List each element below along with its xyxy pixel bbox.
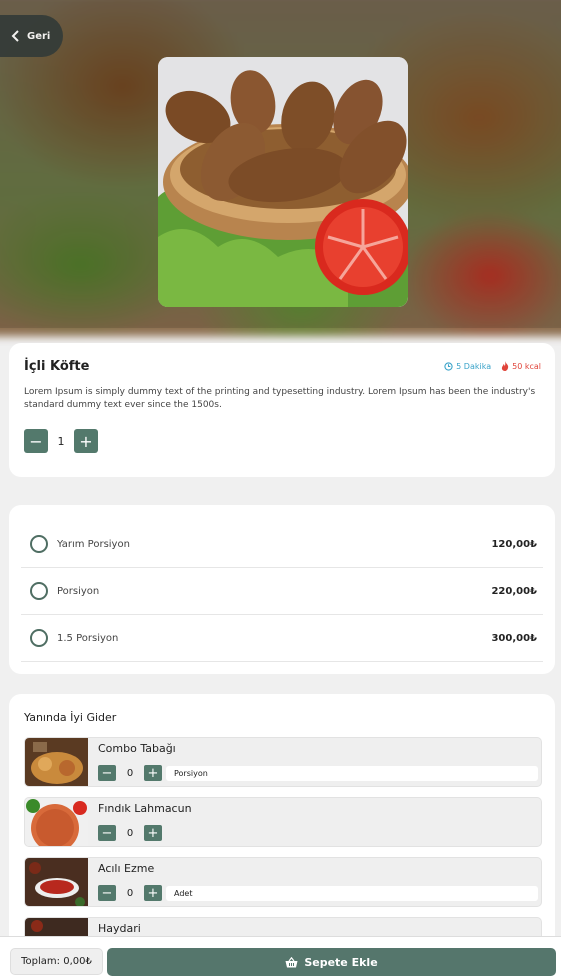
portion-option[interactable]: Yarım Porsiyon 120,00₺ <box>21 521 543 568</box>
product-image <box>158 57 408 307</box>
portion-price: 220,00₺ <box>491 585 537 597</box>
back-label: Geri <box>27 30 51 42</box>
increase-button[interactable]: + <box>144 885 162 901</box>
prep-time-label: 5 Dakika <box>456 361 492 371</box>
increase-button[interactable]: + <box>74 429 98 453</box>
portion-price: 300,00₺ <box>491 632 537 644</box>
product-meta: 5 Dakika 50 kcal <box>444 361 541 371</box>
add-to-cart-label: Sepete Ekle <box>304 955 378 969</box>
decrease-button[interactable]: − <box>24 429 48 453</box>
increase-button[interactable]: + <box>144 825 162 841</box>
portion-price: 120,00₺ <box>491 538 537 550</box>
decrease-button[interactable]: − <box>98 825 116 841</box>
side-item-image <box>25 738 88 786</box>
side-quantity-value: 0 <box>126 767 134 779</box>
quantity-stepper: − 1 + <box>24 429 98 453</box>
side-quantity-stepper: − 0 + <box>98 765 162 781</box>
side-item-name: Haydari <box>98 922 141 935</box>
side-quantity-stepper: − 0 + <box>98 825 162 841</box>
portion-card: Yarım Porsiyon 120,00₺ Porsiyon 220,00₺ … <box>9 505 555 674</box>
product-description: Lorem Ipsum is simply dummy text of the … <box>24 387 536 410</box>
portion-option[interactable]: 1.5 Porsiyon 300,00₺ <box>21 615 543 662</box>
side-item: Acılı Ezme − 0 + Adet <box>24 857 542 907</box>
radio-button[interactable] <box>30 535 48 553</box>
unit-select[interactable]: Porsiyon <box>166 766 538 781</box>
total-price: Toplam: 0,00₺ <box>10 948 103 975</box>
product-title: İçli Köfte <box>24 359 90 374</box>
increase-button[interactable]: + <box>144 765 162 781</box>
flame-icon <box>502 361 509 371</box>
side-quantity-value: 0 <box>126 827 134 839</box>
side-item: Fındık Lahmacun − 0 + <box>24 797 542 847</box>
product-card: İçli Köfte 5 Dakika 50 kcal Lorem Ipsum … <box>9 343 555 477</box>
sides-card: Yanında İyi Gider Combo Tabağı − 0 + Por… <box>9 694 555 954</box>
side-quantity-stepper: − 0 + <box>98 885 162 901</box>
chevron-left-icon <box>11 30 19 42</box>
sides-title: Yanında İyi Gider <box>24 711 117 724</box>
radio-button[interactable] <box>30 629 48 647</box>
quantity-value: 1 <box>57 434 65 448</box>
side-item-name: Combo Tabağı <box>98 742 176 755</box>
portion-label: Yarım Porsiyon <box>57 538 130 550</box>
decrease-button[interactable]: − <box>98 765 116 781</box>
side-item-name: Fındık Lahmacun <box>98 802 192 815</box>
add-to-cart-button[interactable]: Sepete Ekle <box>107 948 556 976</box>
side-item: Combo Tabağı − 0 + Porsiyon <box>24 737 542 787</box>
side-item-image <box>25 858 88 906</box>
side-item-name: Acılı Ezme <box>98 862 155 875</box>
portion-label: Porsiyon <box>57 585 100 597</box>
clock-icon <box>444 361 453 371</box>
side-quantity-value: 0 <box>126 887 134 899</box>
unit-select[interactable]: Adet <box>166 886 538 901</box>
calories: 50 kcal <box>501 361 541 371</box>
radio-button[interactable] <box>30 582 48 600</box>
calories-label: 50 kcal <box>512 361 541 371</box>
side-item-image <box>25 798 88 846</box>
back-button[interactable]: Geri <box>0 15 63 57</box>
bottom-bar: Toplam: 0,00₺ Sepete Ekle <box>0 936 561 976</box>
prep-time: 5 Dakika <box>444 361 491 371</box>
portion-option[interactable]: Porsiyon 220,00₺ <box>21 568 543 615</box>
basket-icon <box>285 956 298 967</box>
portion-label: 1.5 Porsiyon <box>57 632 119 644</box>
decrease-button[interactable]: − <box>98 885 116 901</box>
